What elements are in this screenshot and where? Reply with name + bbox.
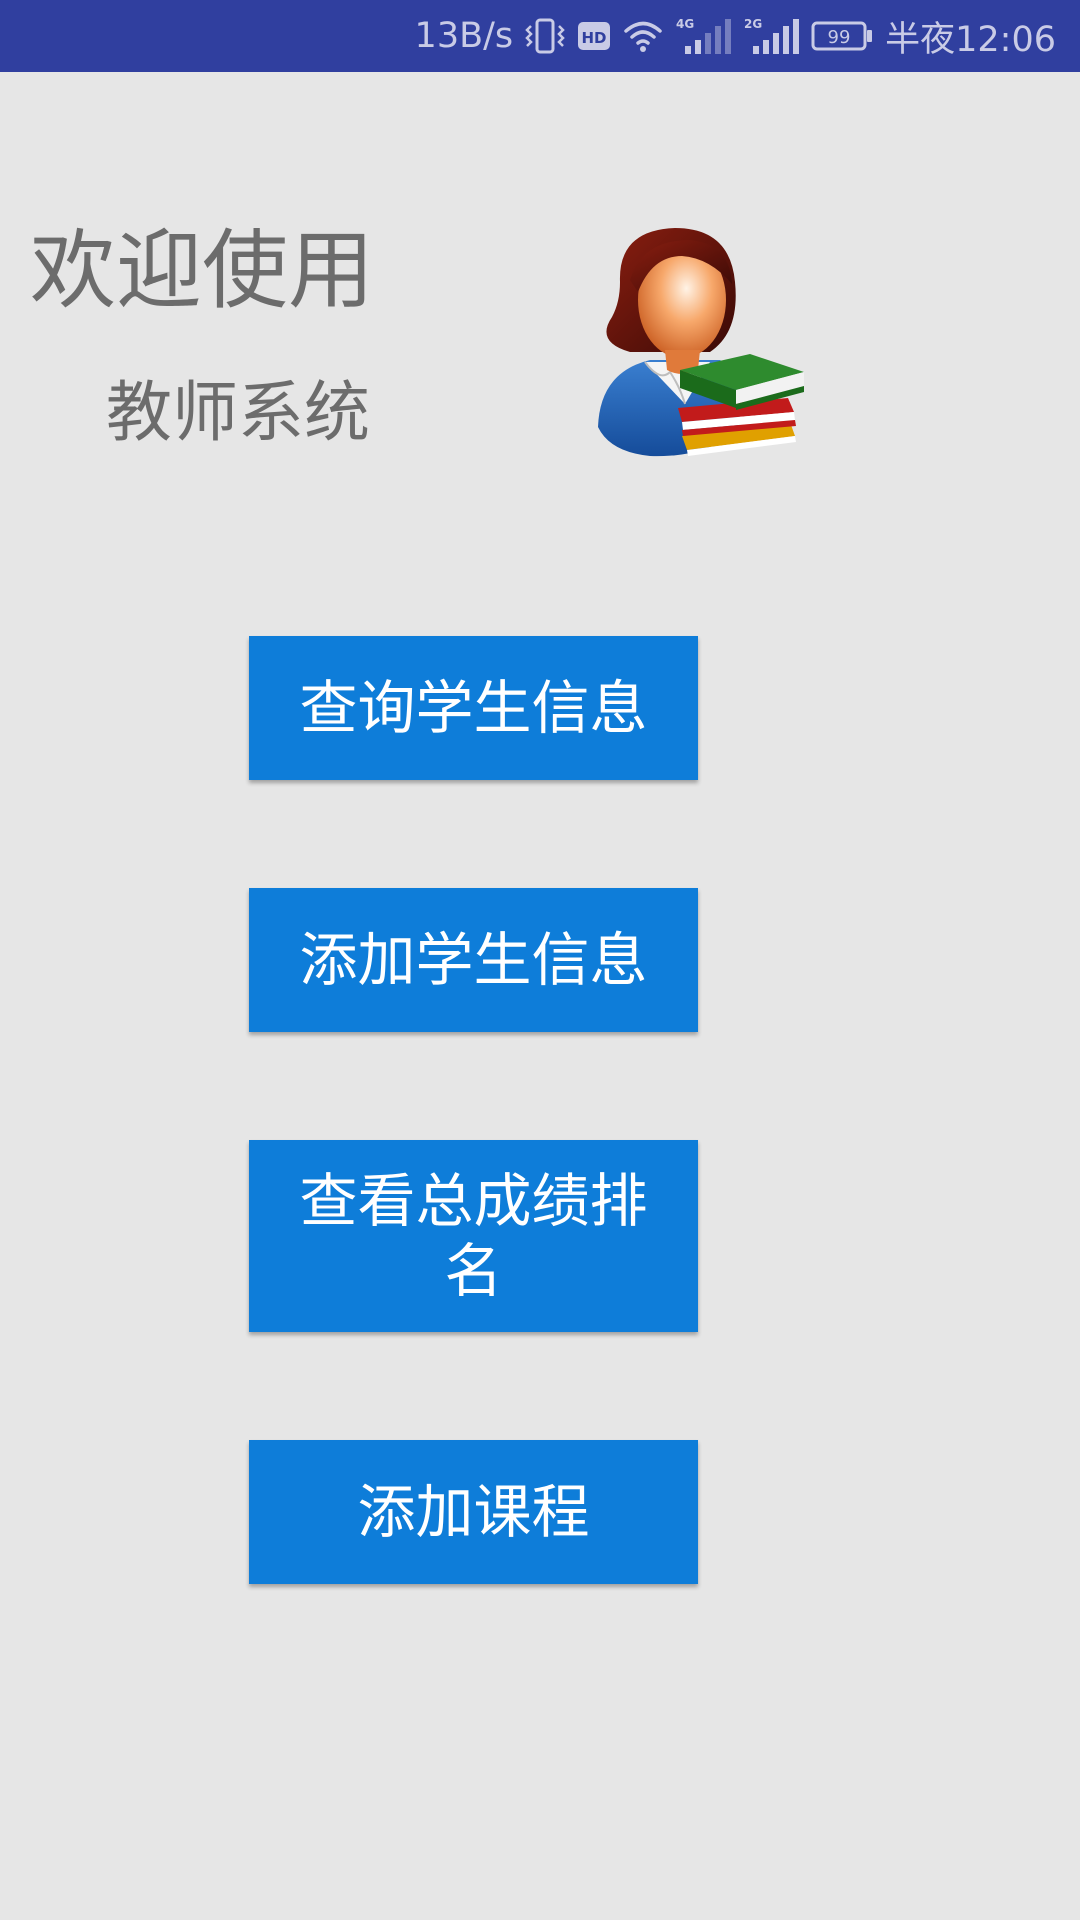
- system-name: 教师系统: [106, 374, 370, 451]
- signal-2g-icon: 2G: [743, 16, 800, 56]
- vibrate-icon: [525, 18, 565, 54]
- welcome-title: 欢迎使用: [30, 221, 374, 321]
- wifi-icon: [623, 19, 663, 53]
- status-bar-icons: 13B/s HD 4G 2G 99 半夜12:06: [415, 0, 1056, 72]
- clock-time: 半夜12:06: [885, 19, 1056, 60]
- svg-text:HD: HD: [582, 29, 607, 47]
- teacher-with-books-icon: [590, 222, 810, 462]
- add-student-info-button[interactable]: 添加学生信息: [249, 888, 698, 1032]
- svg-text:4G: 4G: [676, 17, 694, 31]
- query-student-info-button[interactable]: 查询学生信息: [249, 636, 698, 780]
- status-bar: 13B/s HD 4G 2G 99 半夜12:06: [0, 0, 1080, 72]
- battery-icon: 99: [811, 21, 873, 51]
- svg-text:99: 99: [828, 27, 851, 48]
- network-speed: 13B/s: [414, 16, 514, 56]
- signal-4g-icon: 4G: [675, 16, 732, 56]
- svg-text:2G: 2G: [744, 17, 762, 31]
- hd-icon: HD: [577, 21, 611, 51]
- add-course-button[interactable]: 添加课程: [249, 1440, 698, 1584]
- view-total-score-ranking-button[interactable]: 查看总成绩排名: [249, 1140, 698, 1332]
